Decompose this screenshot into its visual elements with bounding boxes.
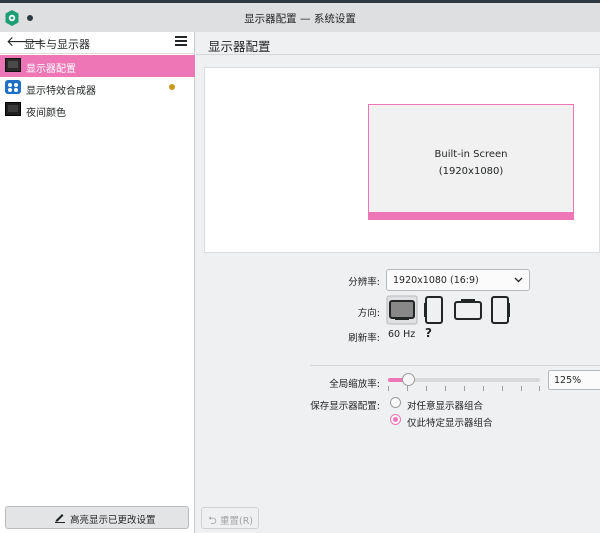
global-scale-slider[interactable]: [388, 372, 540, 392]
resolution-select[interactable]: 1920x1080 (16:9): [386, 269, 530, 291]
pencil-icon: [55, 514, 65, 523]
screen-preview-builtin[interactable]: Built-in Screen (1920x1080): [368, 104, 574, 220]
sidebar: 🡐 显卡与显示器 显示器配置 显示特效合成器 夜间颜色 高亮显示已更改设置: [0, 32, 195, 533]
orientation-portrait-icon[interactable]: [422, 295, 446, 325]
window-title: 显示器配置 — 系统设置: [244, 13, 356, 25]
sidebar-item-night-color[interactable]: 夜间颜色: [0, 99, 195, 121]
main-panel: 显示器配置 Built-in Screen (1920x1080) 分辨率: 1…: [196, 32, 600, 533]
monitor-icon: [5, 58, 21, 72]
global-scale-label: 全局缩放率:: [329, 379, 380, 390]
orientation-landscape-flipped-icon[interactable]: [452, 295, 484, 325]
screen-resolution: (1920x1080): [438, 166, 504, 177]
orientation-portrait-flipped-icon[interactable]: [488, 295, 512, 325]
sidebar-item-label: 显示器配置: [26, 64, 76, 75]
slider-handle[interactable]: [402, 373, 415, 386]
save-any-combination-label[interactable]: 对任意显示器组合: [407, 398, 483, 412]
orientation-landscape-icon[interactable]: [386, 295, 418, 325]
highlight-changed-settings-button[interactable]: 高亮显示已更改设置: [5, 506, 189, 529]
page-title: 显示器配置: [208, 39, 271, 54]
compositor-icon: [5, 80, 21, 94]
undo-icon: ⮌: [208, 514, 217, 527]
global-scale-value: 125%: [554, 375, 582, 386]
screen-arrangement-view: Built-in Screen (1920x1080): [204, 67, 600, 253]
refresh-rate-value: 60 Hz: [388, 329, 416, 340]
reset-button[interactable]: ⮌ 重置(R): [201, 507, 259, 529]
highlight-button-label: 高亮显示已更改设置: [70, 515, 156, 526]
sidebar-item-label: 夜间颜色: [26, 108, 66, 119]
changed-indicator-dot: [169, 84, 175, 90]
save-config-label: 保存显示器配置:: [310, 401, 380, 412]
divider: [196, 54, 600, 55]
screen-primary-bar: [369, 212, 573, 219]
resolution-value: 1920x1080 (16:9): [393, 275, 479, 286]
chevron-down-icon: [514, 277, 523, 283]
sidebar-title: 显卡与显示器: [24, 38, 90, 51]
resolution-label: 分辨率:: [348, 277, 380, 288]
sidebar-header: 🡐 显卡与显示器: [0, 32, 195, 54]
refresh-rate-label: 刷新率:: [348, 333, 380, 344]
orientation-label: 方向:: [357, 308, 380, 319]
window-titlebar: 显示器配置 — 系统设置: [0, 0, 600, 32]
save-specific-combination-label[interactable]: 仅此特定显示器组合: [407, 415, 493, 429]
screen-name: Built-in Screen: [434, 149, 508, 160]
sidebar-item-compositor[interactable]: 显示特效合成器: [0, 77, 195, 99]
global-scale-spinbox[interactable]: 125%: [548, 370, 600, 390]
hamburger-menu-icon[interactable]: [175, 36, 187, 48]
save-any-combination-radio[interactable]: [390, 397, 401, 408]
sidebar-item-display-config[interactable]: 显示器配置: [0, 55, 195, 77]
divider: [310, 365, 600, 366]
save-specific-combination-radio[interactable]: [390, 414, 401, 425]
night-color-icon: [5, 102, 21, 116]
sidebar-item-label: 显示特效合成器: [26, 86, 96, 97]
slider-ticks: [388, 386, 540, 391]
help-question-icon[interactable]: ?: [425, 326, 432, 340]
reset-button-label: 重置(R): [220, 516, 254, 527]
